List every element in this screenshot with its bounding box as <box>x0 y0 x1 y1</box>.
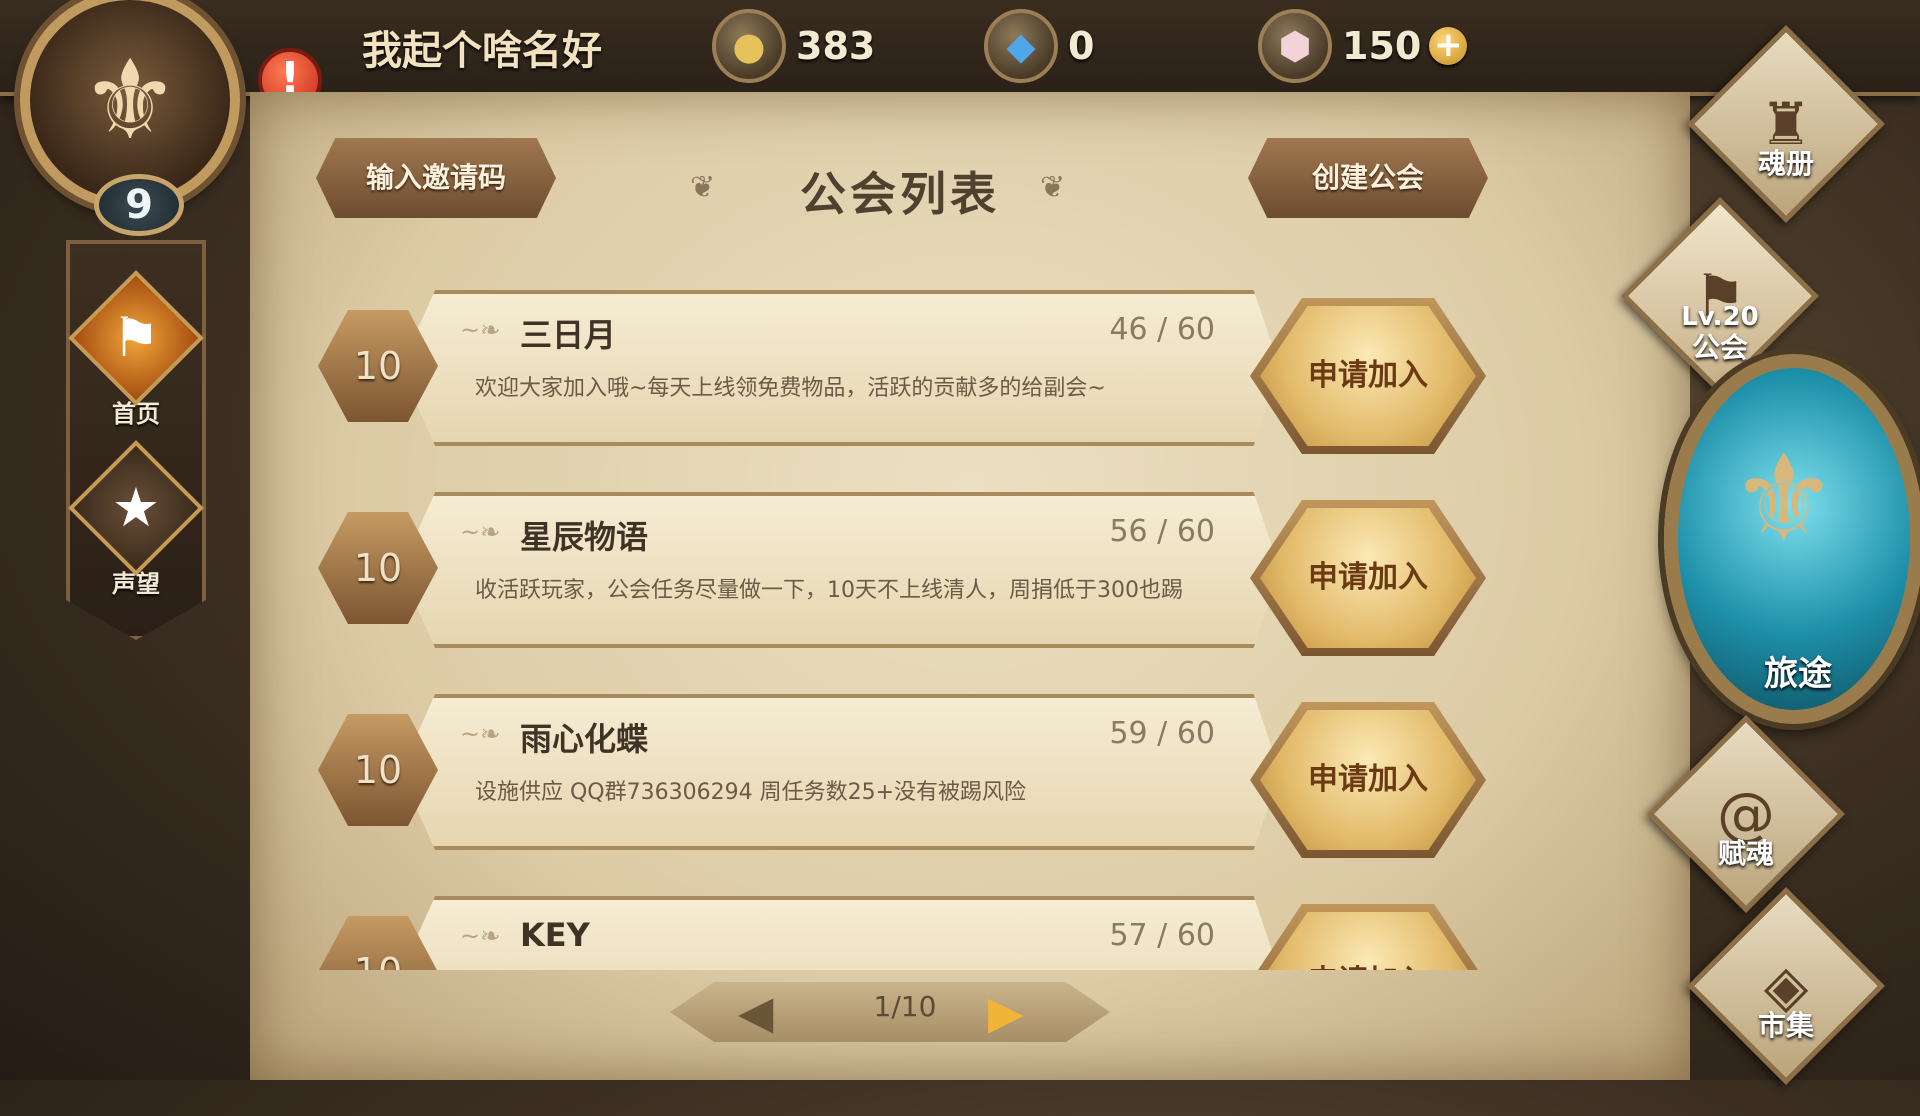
nav-soul-grant[interactable]: @ 赋魂 <box>1647 715 1845 913</box>
guild-member-count: 57 / 60 <box>1109 918 1215 953</box>
guild-name: 三日月 <box>520 316 617 354</box>
guild-row: 10 ~❧ KEY 57 / 60 申请加入 <box>300 876 1540 970</box>
next-page-button[interactable]: ▶ <box>988 984 1023 1040</box>
gold-coin-icon: ● <box>712 9 786 83</box>
guild-list[interactable]: 10 ~❧ 三日月 46 / 60 欢迎大家加入哦~每天上线领免费物品，活跃的贡… <box>300 250 1540 970</box>
gold-currency: ● 383 <box>712 9 876 83</box>
create-guild-button[interactable]: 创建公会 <box>1248 138 1488 218</box>
crystal-amount: 0 <box>1068 24 1095 68</box>
nav-soul-grant-label: 赋魂 <box>1717 837 1774 870</box>
gem-amount: 150 <box>1342 24 1422 68</box>
guild-level: 10 <box>318 916 438 970</box>
journey-label: 旅途 <box>1764 654 1832 694</box>
home-icon: ⚑ <box>68 270 204 406</box>
guild-member-count: 46 / 60 <box>1109 312 1215 347</box>
soul-book-icon: ♜ <box>1687 25 1885 223</box>
name-ornament-icon: ~❧ <box>460 720 501 748</box>
soul-grant-icon: @ <box>1647 715 1845 913</box>
panel-title: 公会列表 <box>800 167 1000 221</box>
guild-name: 星辰物语 <box>520 518 649 556</box>
guild-description: 设施供应 QQ群736306294 周任务数25+没有被踢风险 <box>475 780 1027 805</box>
journey-emblem-icon: ⚜ <box>1730 430 1838 569</box>
name-ornament-icon: ~❧ <box>460 316 501 344</box>
player-emblem-icon: ⚜ <box>80 36 180 164</box>
guild-name: KEY <box>520 916 590 954</box>
crystal-icon: ◆ <box>984 9 1058 83</box>
crystal-currency: ◆ 0 <box>984 9 1095 83</box>
guild-row: 10 ~❧ 星辰物语 56 / 60 收活跃玩家，公会任务尽量做一下，10天不上… <box>300 472 1540 662</box>
title-ornament-right-icon: ❦ <box>1040 170 1066 205</box>
guild-member-count: 56 / 60 <box>1109 514 1215 549</box>
guild-row: 10 ~❧ 三日月 46 / 60 欢迎大家加入哦~每天上线领免费物品，活跃的贡… <box>300 270 1540 460</box>
name-ornament-icon: ~❧ <box>460 518 501 546</box>
nav-market-label: 市集 <box>1757 1009 1814 1042</box>
gem-currency: ⬢ 150 + <box>1258 9 1468 83</box>
nav-guild[interactable]: ⚑ Lv.20 公会 <box>1621 197 1819 395</box>
nav-home[interactable]: ⚑ 首页 <box>66 270 206 429</box>
guild-level: 10 <box>353 748 403 792</box>
name-ornament-icon: ~❧ <box>460 922 501 950</box>
market-gem-icon: ◈ <box>1687 887 1885 1085</box>
guild-description: 收活跃玩家，公会任务尽量做一下，10天不上线清人，周捐低于300也踢 <box>475 578 1183 603</box>
reputation-icon: ★ <box>68 440 204 576</box>
player-name: 我起个啥名好 <box>362 28 602 74</box>
enter-invite-code-button[interactable]: 输入邀请码 <box>316 138 556 218</box>
add-gem-button[interactable]: + <box>1429 27 1468 65</box>
player-level-badge: 9 <box>94 174 184 236</box>
nav-market[interactable]: ◈ 市集 <box>1687 887 1885 1085</box>
nav-soul-book-label: 魂册 <box>1757 147 1814 180</box>
guild-name: 雨心化蝶 <box>520 720 649 758</box>
gem-icon: ⬢ <box>1258 9 1332 83</box>
gold-amount: 383 <box>796 24 876 68</box>
guild-level: 10 <box>353 546 403 590</box>
guild-member-count: 59 / 60 <box>1109 716 1215 751</box>
title-ornament-left-icon: ❦ <box>690 170 716 205</box>
guild-row: 10 ~❧ 雨心化蝶 59 / 60 设施供应 QQ群736306294 周任务… <box>300 674 1540 864</box>
prev-page-button[interactable]: ◀ <box>738 984 773 1040</box>
guild-description: 欢迎大家加入哦~每天上线领免费物品，活跃的贡献多的给副会~ <box>475 376 1106 401</box>
nav-soul-book[interactable]: ♜ 魂册 <box>1687 25 1885 223</box>
guild-level: 10 <box>353 344 403 388</box>
nav-reputation[interactable]: ★ 声望 <box>66 440 206 599</box>
page-indicator: 1/10 <box>873 990 937 1023</box>
